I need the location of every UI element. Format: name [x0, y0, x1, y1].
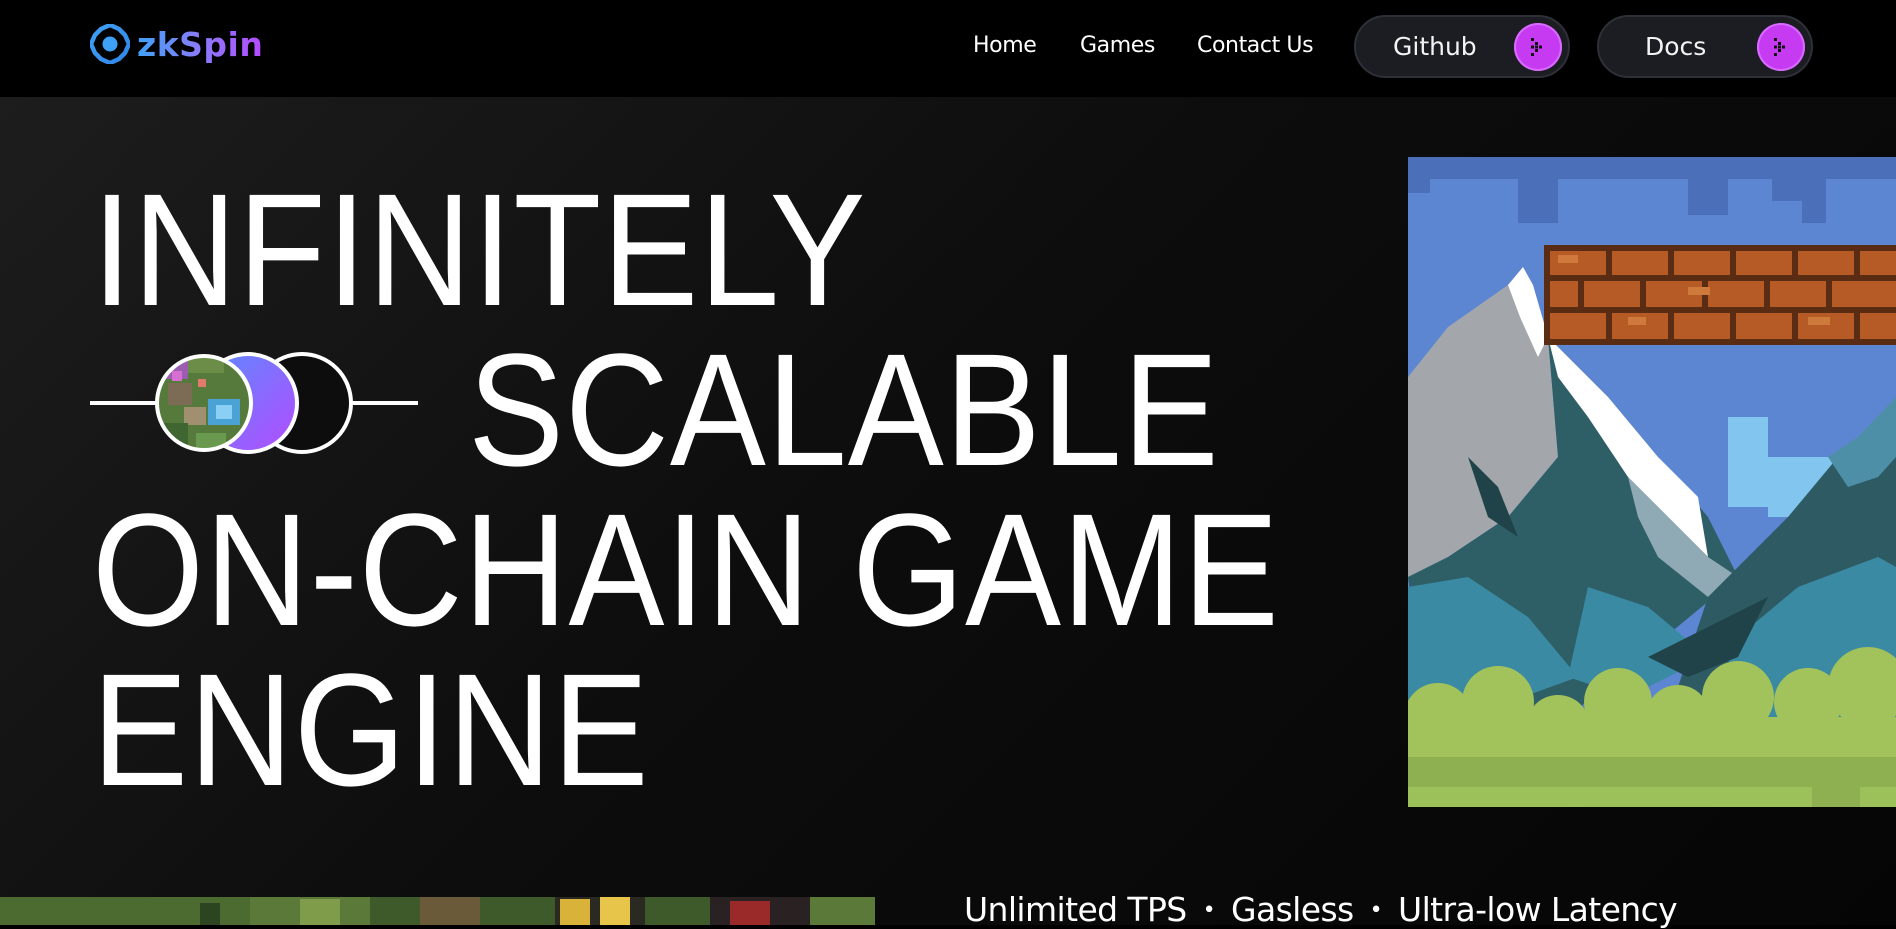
brand-logo[interactable]: zkSpin: [90, 24, 263, 64]
gear-ring-icon: [90, 24, 130, 64]
circles-decoration: [90, 352, 418, 454]
docs-button-label: Docs: [1645, 32, 1707, 61]
nav-link-games[interactable]: Games: [1080, 33, 1155, 58]
docs-button[interactable]: Docs: [1597, 15, 1813, 78]
hero-heading-line-3: ON-CHAIN GAME: [92, 480, 1280, 659]
feature-item: Unlimited TPS: [964, 890, 1187, 929]
feature-item: Ultra-low Latency: [1398, 890, 1678, 929]
game-preview-strip: [0, 897, 875, 925]
arrow-right-icon: [1514, 23, 1562, 71]
hero-heading-line-4: ENGINE: [92, 640, 650, 819]
github-button[interactable]: Github: [1354, 15, 1570, 78]
brand-name: zkSpin: [137, 24, 264, 64]
github-button-label: Github: [1393, 32, 1477, 61]
arrow-right-icon: [1757, 23, 1805, 71]
nav-link-home[interactable]: Home: [973, 33, 1037, 58]
features-line: Unlimited TPS • Gasless • Ultra-low Latency: [964, 890, 1678, 929]
nav-link-contact-us[interactable]: Contact Us: [1197, 33, 1314, 58]
feature-item: Gasless: [1231, 890, 1354, 929]
top-navbar: zkSpin Home Games Contact Us Github Docs: [0, 0, 1896, 97]
game-screenshot-image: [1408, 157, 1896, 807]
hero-heading-line-2: SCALABLE: [468, 320, 1220, 499]
feature-separator: •: [1369, 898, 1383, 923]
feature-separator: •: [1202, 898, 1216, 923]
hero-heading-line-1: INFINITELY: [92, 160, 867, 339]
